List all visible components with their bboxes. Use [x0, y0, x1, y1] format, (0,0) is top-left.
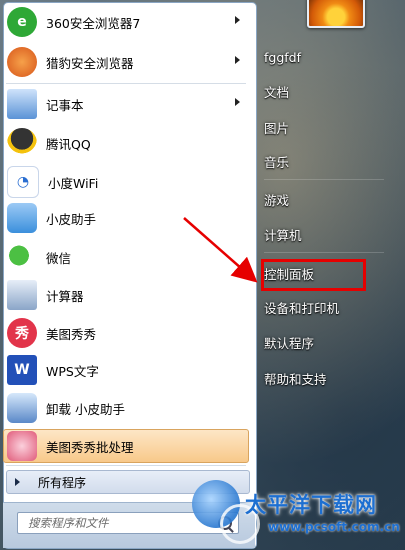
watermark-title: 太平洋下载网 — [245, 493, 377, 517]
annotation-arrow-icon — [183, 217, 258, 283]
start-menu: e 360安全浏览器7 猎豹安全浏览器 记事本 腾讯QQ ◔ 小度WiFi 小皮… — [0, 0, 405, 550]
watermark-url: www.pcsoft.com.cn — [268, 520, 400, 534]
watermark-logo-icon — [192, 480, 260, 544]
